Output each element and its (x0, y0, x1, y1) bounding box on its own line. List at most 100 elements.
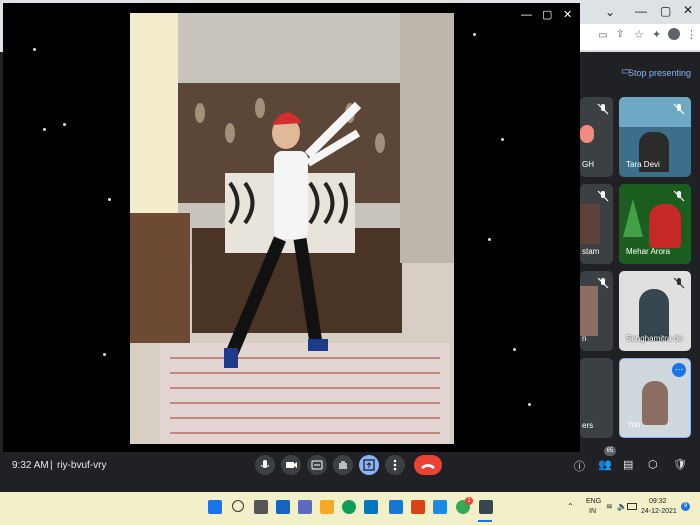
more-options-icon[interactable]: ⋯ (672, 363, 686, 377)
participant-name: GH (582, 160, 594, 169)
participant-tile[interactable]: Tara Devi (619, 97, 691, 177)
snowflake (108, 198, 111, 201)
mic-off-icon (597, 103, 609, 115)
snowflake (103, 353, 106, 356)
participant-tile[interactable]: Mehar Arora (619, 184, 691, 264)
search-icon[interactable] (232, 500, 244, 512)
task-view-icon[interactable] (254, 500, 268, 514)
microphone-icon (260, 460, 270, 468)
participant-video (649, 204, 681, 248)
mic-off-icon (673, 103, 685, 115)
tray-clock-date: 24-12-2021 (641, 508, 677, 515)
camera-button[interactable] (281, 455, 301, 475)
office-icon[interactable] (411, 500, 425, 514)
participant-video (580, 286, 598, 336)
participant-name: Sanghamitra de (626, 334, 683, 343)
chevron-up-icon[interactable]: ⌃ (567, 502, 574, 511)
participant-video (580, 204, 600, 244)
windows-start-icon[interactable] (208, 500, 222, 514)
input-region: IN (589, 508, 596, 515)
edge-icon[interactable] (342, 500, 356, 514)
minimize-icon[interactable]: — (521, 9, 532, 21)
raise-hand-button[interactable] (333, 455, 353, 475)
microphone-button[interactable] (255, 455, 275, 475)
snowflake (63, 123, 66, 126)
camera-icon[interactable]: ▭ (598, 30, 607, 41)
chat-icon[interactable]: ▤ (623, 458, 633, 471)
participant-tile-partial[interactable]: n (580, 271, 613, 351)
chrome-toolbar: ▭ ⇪ ☆ ✦ ⋮ (580, 24, 700, 51)
share-icon[interactable]: ⇪ (616, 29, 624, 40)
snowflake (513, 348, 516, 351)
chevron-down-icon[interactable]: ⌄ (605, 5, 615, 19)
mic-off-icon (597, 190, 609, 202)
captions-icon (311, 460, 323, 470)
end-call-icon (421, 464, 435, 469)
teams-chat-icon[interactable] (298, 500, 312, 514)
participant-name: n (582, 334, 587, 343)
host-controls-icon[interactable]: 🛡 (673, 458, 687, 471)
extensions-icon[interactable]: ✦ (652, 28, 661, 41)
meeting-details-icon[interactable]: ⓘ (574, 458, 585, 474)
dance-video (130, 13, 454, 444)
close-icon[interactable]: ✕ (683, 3, 693, 17)
participant-name: You (627, 420, 641, 429)
chrome-tab-bar: ⌄ — ▢ ✕ (580, 0, 700, 24)
participant-tile-partial[interactable]: ers (580, 358, 613, 438)
app-active-icon[interactable] (479, 500, 493, 514)
tray-clock-time[interactable]: 09:32 (649, 498, 667, 505)
participant-tile-partial[interactable]: stam (580, 184, 613, 264)
video-camera-icon (286, 462, 297, 468)
leave-call-button[interactable] (414, 455, 442, 475)
activities-icon[interactable]: ⬡ (648, 458, 658, 471)
file-explorer-icon[interactable] (320, 500, 334, 514)
profile-avatar[interactable] (668, 28, 680, 40)
close-icon[interactable]: ✕ (563, 8, 572, 21)
participant-tile[interactable]: Sanghamitra de (619, 271, 691, 351)
wifi-icon[interactable]: ≋ (606, 502, 613, 511)
hand-icon (339, 461, 347, 469)
video-scene (130, 13, 454, 444)
stop-presenting-button[interactable]: Stop presenting (628, 68, 691, 78)
volume-icon[interactable]: 🔈 (617, 502, 627, 511)
snowflake (501, 138, 504, 141)
more-options-button[interactable] (385, 455, 405, 475)
snowflake (528, 403, 531, 406)
snowflake (43, 128, 46, 131)
participant-name: Mehar Arora (626, 247, 671, 256)
snowflake (33, 48, 36, 51)
active-app-indicator (478, 520, 492, 522)
app-l-icon[interactable] (364, 500, 378, 514)
minimize-icon[interactable]: — (635, 4, 647, 18)
participant-name: Tara Devi (626, 160, 660, 169)
avatar (580, 125, 594, 143)
self-video (642, 381, 668, 425)
maximize-icon[interactable]: ▢ (542, 8, 552, 21)
bookmark-star-icon[interactable]: ☆ (634, 28, 644, 41)
battery-icon[interactable] (627, 503, 637, 510)
captions-button[interactable] (307, 455, 327, 475)
participant-name: ers (582, 421, 594, 430)
mic-off-icon (673, 190, 685, 202)
meeting-code: riy-bvuf-vry (57, 460, 107, 471)
meeting-time: 9:32 AM (12, 460, 49, 471)
people-icon[interactable]: 👥 (598, 458, 612, 471)
chrome-notification-badge: 1 (465, 497, 473, 505)
more-menu-icon[interactable]: ⋮ (686, 28, 697, 41)
word-icon[interactable] (389, 500, 403, 514)
mic-off-icon (597, 277, 609, 289)
christmas-tree-decor (623, 199, 643, 237)
participant-name: stam (582, 247, 600, 256)
mail-icon[interactable] (433, 500, 447, 514)
maximize-icon[interactable]: ▢ (660, 4, 671, 18)
participant-tile-partial[interactable]: GH (580, 97, 613, 177)
notification-badge[interactable]: 9 (681, 502, 690, 511)
input-language[interactable]: ENG (586, 498, 601, 505)
self-view-tile[interactable]: You ⋯ (619, 358, 691, 438)
mic-off-icon (673, 277, 685, 289)
present-now-button[interactable] (359, 455, 379, 475)
snowflake (473, 33, 476, 36)
participants-count-badge: 65 (604, 446, 616, 456)
vertical-dots-icon (393, 459, 397, 471)
widgets-icon[interactable] (276, 500, 290, 514)
